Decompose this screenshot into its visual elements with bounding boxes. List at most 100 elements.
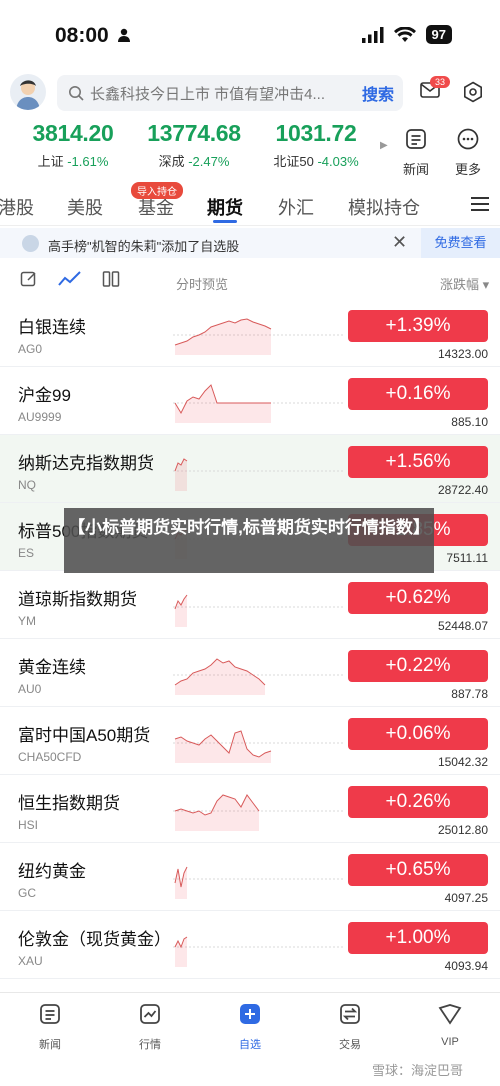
settings-icon[interactable]	[462, 81, 484, 103]
watchlist: 白银连续 AG0 +1.39% 14323.00 沪金99 AU9999 +0.16% 885…	[0, 299, 500, 979]
list-toolbar: 分时预览 涨跌幅 ▾	[0, 262, 500, 296]
search-row: 长鑫科技今日上市 市值有望冲击4... 搜索 33	[0, 72, 500, 118]
index-name: 北证50	[273, 154, 314, 169]
overlay-caption: 【小标普期货实时行情,标普期货实时行情指数】	[64, 508, 434, 573]
instrument-name: 纽约黄金	[18, 862, 86, 881]
notice-avatar	[22, 235, 39, 252]
sparkline-area	[175, 867, 187, 899]
person-icon	[118, 28, 130, 42]
last-price: 25012.80	[437, 823, 488, 837]
close-icon[interactable]: ✕	[392, 232, 407, 253]
chevron-right-icon[interactable]: ▶	[380, 140, 388, 151]
instrument-code: CHA50CFD	[18, 750, 82, 764]
instrument-code: YM	[18, 614, 36, 628]
free-view-button[interactable]: 免费查看	[421, 228, 500, 258]
quick-news[interactable]: 新闻	[396, 128, 436, 178]
index-bz50[interactable]: 1031.72 北证50 -4.03%	[268, 120, 364, 170]
list-item[interactable]: 黄金连续 AU0 +0.22% 887.78	[0, 639, 500, 707]
instrument-code: NQ	[18, 478, 36, 492]
instrument-name: 恒生指数期货	[18, 794, 120, 813]
list-item[interactable]: 富时中国A50期货 CHA50CFD +0.06% 15042.32	[0, 707, 500, 775]
nav-label: 自选	[239, 1039, 261, 1051]
instrument-code: GC	[18, 886, 36, 900]
columns-icon[interactable]	[102, 270, 120, 288]
sparkline-chart	[173, 458, 343, 491]
last-price: 52448.07	[437, 619, 488, 633]
index-shanghai[interactable]: 3814.20 上证 -1.61%	[28, 120, 118, 170]
import-badge[interactable]: 导入持仓	[131, 182, 183, 199]
sparkline-chart	[173, 794, 343, 831]
change-percent-button[interactable]: +0.22%	[348, 650, 488, 682]
sparkline-area	[175, 937, 187, 967]
market-tabs: 港股 美股 基金 期货 外汇 模拟持仓 导入持仓	[0, 182, 500, 226]
last-price: 7511.11	[446, 551, 488, 565]
change-percent-button[interactable]: +0.06%	[348, 718, 488, 750]
sparkline-chart	[173, 866, 343, 899]
nav-market[interactable]: 行情	[120, 1003, 180, 1052]
sparkline-area	[175, 459, 187, 491]
index-name: 深成	[158, 154, 185, 169]
index-change: -4.03%	[317, 154, 359, 169]
instrument-code: AU9999	[18, 410, 62, 424]
tab-us[interactable]: 美股	[67, 194, 103, 220]
message-badge: 33	[430, 76, 451, 88]
notice-bar: 高手榜"机智的朱莉"添加了自选股 ✕ 免费查看	[0, 228, 500, 258]
edit-icon[interactable]	[20, 270, 38, 288]
battery-indicator: 97	[425, 25, 452, 44]
sparkline-chart	[173, 318, 343, 355]
list-item[interactable]: 道琼斯指数期货 YM +0.62% 52448.07	[0, 571, 500, 639]
change-percent-button[interactable]: +0.26%	[348, 786, 488, 818]
tab-hk[interactable]: 港股	[0, 194, 34, 220]
menu-icon[interactable]	[470, 196, 490, 212]
instrument-name: 富时中国A50期货	[18, 726, 151, 745]
tab-underline	[213, 220, 237, 223]
quick-news-label: 新闻	[402, 162, 429, 177]
change-percent-button[interactable]: +0.62%	[348, 582, 488, 614]
search-input[interactable]: 长鑫科技今日上市 市值有望冲击4... 搜索	[57, 75, 403, 111]
last-price: 14323.00	[437, 347, 488, 361]
list-item[interactable]: 伦敦金（现货黄金） XAU +1.00% 4093.94	[0, 911, 500, 979]
last-price: 15042.32	[437, 755, 488, 769]
tab-futures[interactable]: 期货	[207, 194, 243, 220]
change-percent-button[interactable]: +0.16%	[348, 378, 488, 410]
nav-label: 交易	[339, 1039, 361, 1051]
chart-line-icon[interactable]	[58, 270, 82, 288]
search-icon	[69, 86, 84, 101]
quick-more[interactable]: 更多	[448, 128, 488, 178]
nav-watchlist[interactable]: 自选	[220, 1003, 280, 1052]
change-percent-button[interactable]: +1.39%	[348, 310, 488, 342]
list-item[interactable]: 纳斯达克指数期货 NQ +1.56% 28722.40	[0, 435, 500, 503]
news-icon	[40, 1004, 60, 1024]
search-button[interactable]: 搜索	[362, 81, 394, 105]
bottom-nav: 新闻 行情 自选 交易 VIP 雪球：海淀巴哥	[0, 992, 500, 1086]
change-percent-button[interactable]: +1.56%	[348, 446, 488, 478]
sparkline-chart	[173, 936, 343, 967]
nav-label: VIP	[441, 1036, 459, 1048]
notice-text[interactable]: 高手榜"机智的朱莉"添加了自选股	[48, 236, 239, 255]
last-price: 28722.40	[437, 483, 488, 497]
list-item[interactable]: 沪金99 AU9999 +0.16% 885.10	[0, 367, 500, 435]
instrument-code: AG0	[18, 342, 43, 356]
sparkline-area	[175, 595, 187, 627]
avatar[interactable]	[10, 74, 46, 110]
tab-simulated[interactable]: 模拟持仓	[348, 194, 420, 220]
index-name: 上证	[37, 154, 64, 169]
list-item[interactable]: 白银连续 AG0 +1.39% 14323.00	[0, 299, 500, 367]
list-item[interactable]: 纽约黄金 GC +0.65% 4097.25	[0, 843, 500, 911]
nav-trade[interactable]: 交易	[320, 1003, 380, 1052]
tab-forex[interactable]: 外汇	[278, 194, 314, 220]
instrument-name: 沪金99	[18, 386, 71, 405]
change-percent-button[interactable]: +1.00%	[348, 922, 488, 954]
change-percent-button[interactable]: +0.65%	[348, 854, 488, 886]
column-change-sort[interactable]: 涨跌幅 ▾	[440, 274, 489, 293]
nav-vip[interactable]: VIP	[420, 1003, 480, 1048]
instrument-code: HSI	[18, 818, 39, 832]
signal-icon	[361, 26, 384, 43]
more-icon	[457, 128, 479, 150]
nav-news[interactable]: 新闻	[20, 1003, 80, 1052]
index-value: 13774.68	[147, 120, 241, 146]
sparkline-area	[175, 319, 271, 355]
list-item[interactable]: 恒生指数期货 HSI +0.26% 25012.80	[0, 775, 500, 843]
last-price: 885.10	[451, 415, 488, 429]
index-shenzhen[interactable]: 13774.68 深成 -2.47%	[142, 120, 246, 170]
